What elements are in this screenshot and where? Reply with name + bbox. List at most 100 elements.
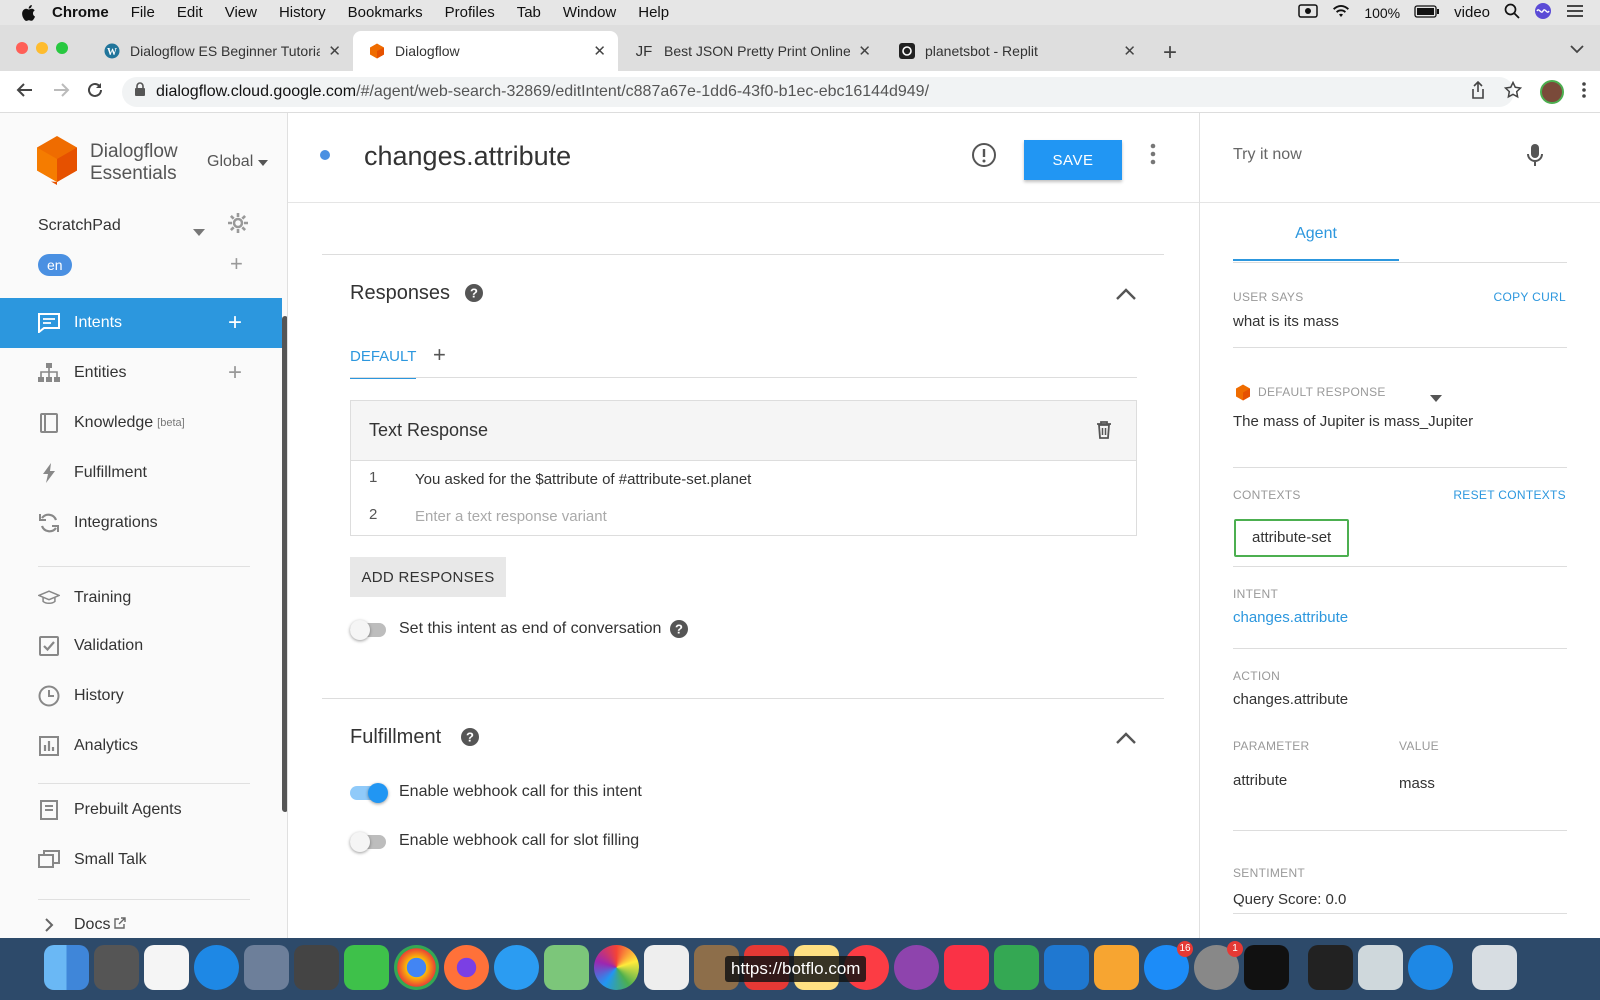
copy-curl-link[interactable]: COPY CURL bbox=[1494, 290, 1567, 304]
battery-icon[interactable] bbox=[1414, 4, 1440, 21]
more-options-kebab-icon[interactable] bbox=[1150, 143, 1156, 170]
profile-avatar[interactable] bbox=[1540, 80, 1564, 104]
agent-settings-gear-icon[interactable] bbox=[227, 212, 249, 239]
sidebar-item-validation[interactable]: Validation bbox=[0, 621, 282, 671]
photos-icon[interactable] bbox=[594, 945, 639, 990]
reload-icon[interactable] bbox=[86, 81, 104, 104]
trash-icon[interactable] bbox=[1472, 945, 1517, 990]
sidebar-item-small-talk[interactable]: Small Talk bbox=[0, 835, 282, 885]
sidebar-item-analytics[interactable]: Analytics bbox=[0, 721, 282, 771]
add-language-plus-icon[interactable]: + bbox=[230, 251, 243, 277]
region-select[interactable]: Global bbox=[207, 153, 268, 171]
apple-tv-icon[interactable] bbox=[1244, 945, 1289, 990]
sidebar-item-integrations[interactable]: Integrations bbox=[0, 498, 282, 548]
menu-bookmarks[interactable]: Bookmarks bbox=[348, 4, 423, 21]
safari-icon[interactable] bbox=[194, 945, 239, 990]
browser-tab-tutorial[interactable]: W Dialogflow ES Beginner Tutoria ✕ bbox=[88, 31, 353, 71]
numbers-icon[interactable] bbox=[994, 945, 1039, 990]
browser-tab-json[interactable]: JF Best JSON Pretty Print Online ✕ bbox=[618, 31, 883, 71]
bookmark-star-icon[interactable] bbox=[1503, 80, 1523, 104]
menu-app-name[interactable]: Chrome bbox=[52, 4, 109, 21]
microphone-icon[interactable] bbox=[1527, 143, 1543, 172]
dialogflow-brand[interactable]: Dialogflow Essentials bbox=[36, 135, 178, 190]
menu-tab[interactable]: Tab bbox=[517, 4, 541, 21]
podcasts-icon[interactable] bbox=[894, 945, 939, 990]
end-conversation-help-icon[interactable]: ? bbox=[669, 619, 689, 644]
menu-profiles[interactable]: Profiles bbox=[445, 4, 495, 21]
menu-view[interactable]: View bbox=[225, 4, 257, 21]
menu-window[interactable]: Window bbox=[563, 4, 616, 21]
collapse-fulfillment-chevron-up-icon[interactable] bbox=[1115, 731, 1137, 750]
sidebar-item-history[interactable]: History bbox=[0, 671, 282, 721]
agent-select[interactable]: ScratchPad bbox=[38, 217, 121, 235]
system-preferences-icon[interactable]: 1 bbox=[1194, 941, 1243, 990]
maps-icon[interactable] bbox=[544, 945, 589, 990]
photo-booth-icon[interactable] bbox=[294, 945, 339, 990]
menu-edit[interactable]: Edit bbox=[177, 4, 203, 21]
close-tab-icon[interactable]: ✕ bbox=[1123, 42, 1136, 60]
webhook-intent-toggle[interactable] bbox=[350, 783, 388, 803]
share-icon[interactable] bbox=[1470, 80, 1486, 104]
browser-tab-dialogflow[interactable]: Dialogflow ✕ bbox=[353, 31, 618, 71]
sidebar-item-training[interactable]: Training bbox=[0, 573, 282, 623]
default-response-caret-down-icon[interactable] bbox=[1430, 389, 1442, 407]
preview-icon[interactable] bbox=[244, 945, 289, 990]
minimize-window-button[interactable] bbox=[36, 42, 48, 54]
new-tab-plus-icon[interactable]: + bbox=[1163, 39, 1177, 67]
messages-icon[interactable] bbox=[494, 945, 539, 990]
firefox-icon[interactable] bbox=[444, 945, 489, 990]
delete-trash-icon[interactable] bbox=[1096, 421, 1112, 444]
keynote-icon[interactable] bbox=[1044, 945, 1089, 990]
terminal-icon[interactable] bbox=[1308, 945, 1353, 990]
menu-user[interactable]: video bbox=[1454, 4, 1490, 21]
reminders-icon[interactable] bbox=[144, 945, 189, 990]
siri-icon[interactable] bbox=[1534, 2, 1552, 23]
fulfillment-help-icon[interactable]: ? bbox=[460, 727, 480, 752]
sidebar-item-prebuilt-agents[interactable]: Prebuilt Agents bbox=[0, 785, 282, 835]
wifi-icon[interactable] bbox=[1332, 4, 1350, 21]
screen-record-icon[interactable] bbox=[1298, 4, 1319, 21]
alert-circle-icon[interactable] bbox=[971, 142, 997, 173]
lock-icon[interactable] bbox=[134, 82, 146, 102]
tab-search-chevron-down-icon[interactable] bbox=[1570, 41, 1584, 59]
screenshot-icon[interactable] bbox=[1358, 945, 1403, 990]
address-bar[interactable]: dialogflow.cloud.google.com/#/agent/web-… bbox=[122, 77, 1514, 107]
chrome-icon[interactable] bbox=[394, 945, 439, 990]
apple-logo-icon[interactable] bbox=[20, 4, 38, 22]
pages-icon[interactable] bbox=[1094, 945, 1139, 990]
sidebar-item-fulfillment[interactable]: Fulfillment bbox=[0, 448, 282, 498]
responses-help-icon[interactable]: ? bbox=[464, 283, 484, 308]
response-variant-input[interactable]: Enter a text response variant bbox=[415, 508, 607, 525]
close-tab-icon[interactable]: ✕ bbox=[858, 42, 871, 60]
agent-caret-down-icon[interactable] bbox=[193, 223, 205, 241]
launchpad-icon[interactable] bbox=[94, 945, 139, 990]
news-icon[interactable] bbox=[944, 945, 989, 990]
textedit-icon[interactable] bbox=[644, 945, 689, 990]
sidebar-item-knowledge[interactable]: Knowledge [beta] bbox=[0, 398, 282, 448]
app-store-icon[interactable]: 16 bbox=[1144, 941, 1193, 990]
spotlight-search-icon[interactable] bbox=[1504, 3, 1520, 22]
sidebar-item-docs[interactable]: Docs bbox=[0, 900, 282, 938]
add-response-tab-plus-icon[interactable]: + bbox=[433, 342, 446, 368]
response-row[interactable]: 1 You asked for the $attribute of #attri… bbox=[351, 461, 1136, 498]
intent-name-input[interactable]: changes.attribute bbox=[364, 141, 571, 172]
tab-default[interactable]: DEFAULT bbox=[350, 348, 417, 379]
close-window-button[interactable] bbox=[16, 42, 28, 54]
chrome-menu-kebab-icon[interactable] bbox=[1582, 81, 1586, 103]
response-row[interactable]: 2 Enter a text response variant bbox=[351, 498, 1136, 535]
finder-icon[interactable] bbox=[44, 945, 89, 990]
matched-intent-link[interactable]: changes.attribute bbox=[1233, 609, 1348, 626]
add-intent-plus-icon[interactable]: + bbox=[228, 309, 242, 337]
language-pill[interactable]: en bbox=[38, 254, 72, 276]
quicktime-icon[interactable] bbox=[1408, 945, 1453, 990]
close-tab-icon[interactable]: ✕ bbox=[328, 42, 341, 60]
menu-history[interactable]: History bbox=[279, 4, 326, 21]
menu-help[interactable]: Help bbox=[638, 4, 669, 21]
sidebar-item-entities[interactable]: Entities + bbox=[0, 348, 282, 398]
save-button[interactable]: SAVE bbox=[1024, 140, 1122, 180]
control-center-icon[interactable] bbox=[1566, 4, 1584, 21]
add-responses-button[interactable]: ADD RESPONSES bbox=[350, 557, 506, 597]
forward-arrow-icon[interactable] bbox=[52, 81, 70, 104]
tab-agent[interactable]: Agent bbox=[1233, 225, 1399, 261]
try-it-now-input[interactable]: Try it now bbox=[1233, 146, 1302, 164]
